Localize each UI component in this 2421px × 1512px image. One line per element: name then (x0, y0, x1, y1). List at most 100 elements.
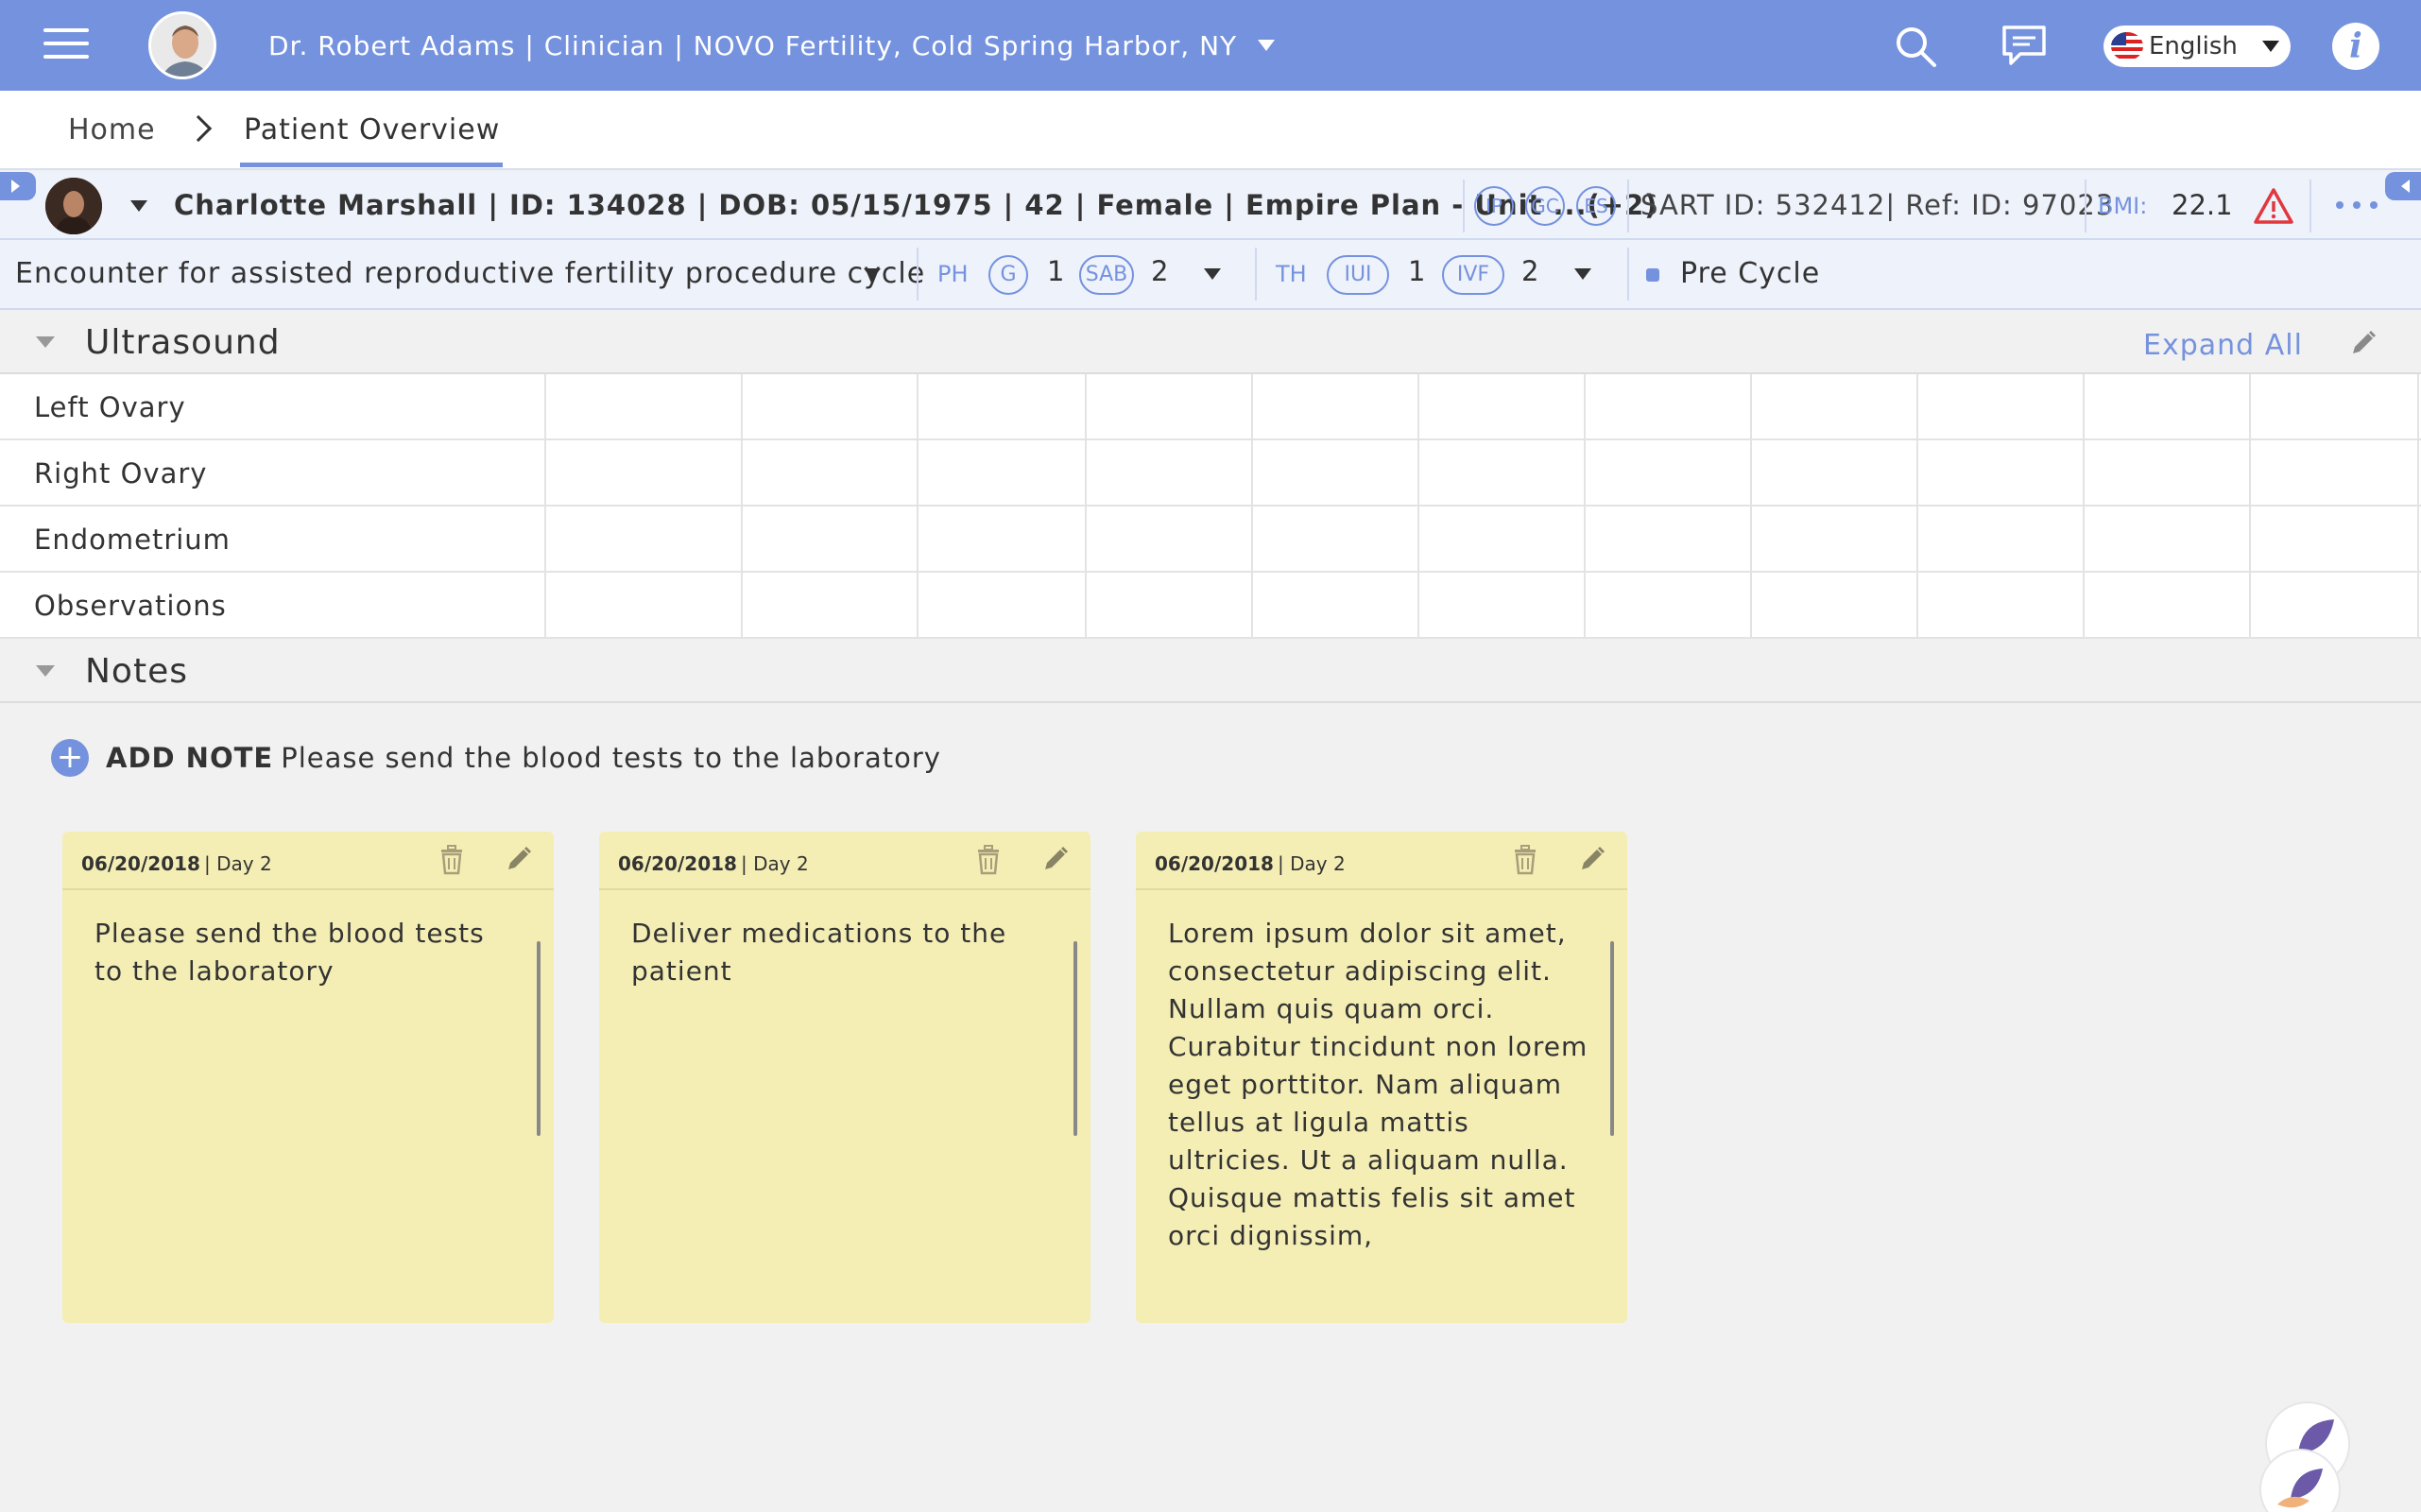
table-cell[interactable] (1417, 507, 1419, 573)
chevron-down-icon[interactable] (1204, 268, 1221, 280)
scrollbar[interactable] (1610, 941, 1614, 1136)
badge-ip[interactable]: IP (1474, 186, 1514, 226)
table-cell[interactable] (2249, 374, 2251, 440)
breadcrumb-current[interactable]: Patient Overview (244, 113, 500, 146)
breadcrumb-home[interactable]: Home (68, 113, 156, 146)
table-cell[interactable] (544, 573, 546, 639)
edit-icon[interactable] (1041, 845, 1070, 873)
table-cell[interactable] (1085, 440, 1087, 507)
table-cell[interactable] (2083, 573, 2085, 639)
badge-gc[interactable]: GC (1525, 186, 1565, 226)
table-cell[interactable] (2083, 374, 2085, 440)
encounter-description[interactable]: Encounter for assisted reproductive fert… (15, 257, 925, 290)
table-cell[interactable] (1085, 573, 1087, 639)
table-edge (2417, 374, 2419, 440)
table-cell[interactable] (917, 440, 919, 507)
table-cell[interactable] (1584, 374, 1586, 440)
note-day: | Day 2 (741, 852, 809, 875)
table-cell[interactable] (1584, 573, 1586, 639)
search-icon[interactable] (1894, 25, 1937, 68)
trash-icon[interactable] (975, 845, 1002, 875)
info-icon[interactable]: i (2332, 23, 2379, 70)
warning-icon[interactable] (2253, 187, 2294, 225)
table-cell[interactable] (741, 573, 743, 639)
patient-avatar[interactable] (45, 178, 102, 234)
table-cell[interactable] (1750, 374, 1752, 440)
add-note-button[interactable]: ADD NOTE (106, 742, 273, 774)
table-cell[interactable] (1417, 440, 1419, 507)
table-cell[interactable] (917, 573, 919, 639)
table-cell[interactable] (544, 440, 546, 507)
table-cell[interactable] (2249, 440, 2251, 507)
table-cell[interactable] (1251, 573, 1253, 639)
badge-es[interactable]: ES (1576, 186, 1616, 226)
table-cell[interactable] (741, 440, 743, 507)
table-cell[interactable] (741, 374, 743, 440)
scrollbar[interactable] (537, 941, 541, 1136)
chat-icon[interactable] (2001, 25, 2047, 66)
add-note-row[interactable]: + ADD NOTE Please send the blood tests t… (51, 739, 941, 777)
table-cell[interactable] (1750, 440, 1752, 507)
table-cell[interactable] (1584, 440, 1586, 507)
more-options-icon[interactable] (2334, 200, 2379, 210)
table-cell[interactable] (1750, 507, 1752, 573)
chevron-down-icon[interactable] (1258, 40, 1276, 51)
table-cell[interactable] (2083, 507, 2085, 573)
table-cell[interactable] (1251, 440, 1253, 507)
plus-icon[interactable]: + (51, 739, 89, 777)
table-cell[interactable] (1085, 507, 1087, 573)
th-iui-pill[interactable]: IUI (1327, 255, 1389, 295)
scrollbar[interactable] (1073, 941, 1077, 1136)
table-cell[interactable] (1251, 374, 1253, 440)
table-cell[interactable] (741, 507, 743, 573)
table-cell[interactable] (1251, 507, 1253, 573)
chevron-down-icon[interactable] (130, 200, 147, 212)
note-card[interactable]: 06/20/2018 | Day 2 Deliver medications t… (599, 832, 1090, 1323)
clinician-avatar[interactable] (148, 11, 216, 79)
expand-left-icon[interactable] (0, 172, 36, 200)
encounter-bar: Encounter for assisted reproductive fert… (0, 240, 2421, 310)
patient-summary: Charlotte Marshall | ID: 134028 | DOB: 0… (174, 189, 1658, 221)
notes-title: Notes (85, 652, 188, 691)
expand-all-link[interactable]: Expand All (2143, 329, 2303, 362)
edit-icon[interactable] (2349, 329, 2378, 357)
table-cell[interactable] (544, 374, 546, 440)
trash-icon[interactable] (438, 845, 465, 875)
expand-right-icon[interactable] (2385, 172, 2421, 200)
user-info[interactable]: Dr. Robert Adams | Clinician | NOVO Fert… (268, 0, 1276, 91)
ph-sab-pill[interactable]: SAB (1079, 255, 1134, 295)
add-note-input[interactable]: Please send the blood tests to the labor… (281, 742, 941, 774)
note-card[interactable]: 06/20/2018 | Day 2 Please send the blood… (62, 832, 554, 1323)
edit-icon[interactable] (505, 845, 533, 873)
table-cell[interactable] (1916, 573, 1918, 639)
table-cell[interactable] (1584, 507, 1586, 573)
table-cell[interactable] (917, 507, 919, 573)
language-select[interactable]: English (2103, 26, 2291, 67)
collapse-icon[interactable] (36, 336, 55, 348)
ph-g-pill[interactable]: G (988, 255, 1028, 295)
table-cell[interactable] (917, 374, 919, 440)
chevron-down-icon[interactable] (864, 268, 881, 280)
table-cell[interactable] (2249, 507, 2251, 573)
chevron-down-icon[interactable] (1574, 268, 1591, 280)
patient-bar: Charlotte Marshall | ID: 134028 | DOB: 0… (0, 172, 2421, 240)
table-cell[interactable] (1916, 440, 1918, 507)
menu-icon[interactable] (43, 28, 89, 62)
table-cell[interactable] (2083, 440, 2085, 507)
table-cell[interactable] (1916, 507, 1918, 573)
table-cell[interactable] (1750, 573, 1752, 639)
collapse-icon[interactable] (36, 665, 55, 677)
divider (1255, 248, 1257, 301)
note-card[interactable]: 06/20/2018 | Day 2 Lorem ipsum dolor sit… (1136, 832, 1627, 1323)
table-cell[interactable] (1417, 573, 1419, 639)
table-cell[interactable] (2249, 573, 2251, 639)
table-cell[interactable] (1417, 374, 1419, 440)
table-cell[interactable] (1085, 374, 1087, 440)
edit-icon[interactable] (1578, 845, 1606, 873)
app-logo-icon (2259, 1449, 2341, 1512)
table-cell[interactable] (1916, 374, 1918, 440)
trash-icon[interactable] (1512, 845, 1538, 875)
table-cell[interactable] (544, 507, 546, 573)
table-row: Left Ovary (0, 374, 2421, 440)
th-ivf-pill[interactable]: IVF (1442, 255, 1504, 295)
